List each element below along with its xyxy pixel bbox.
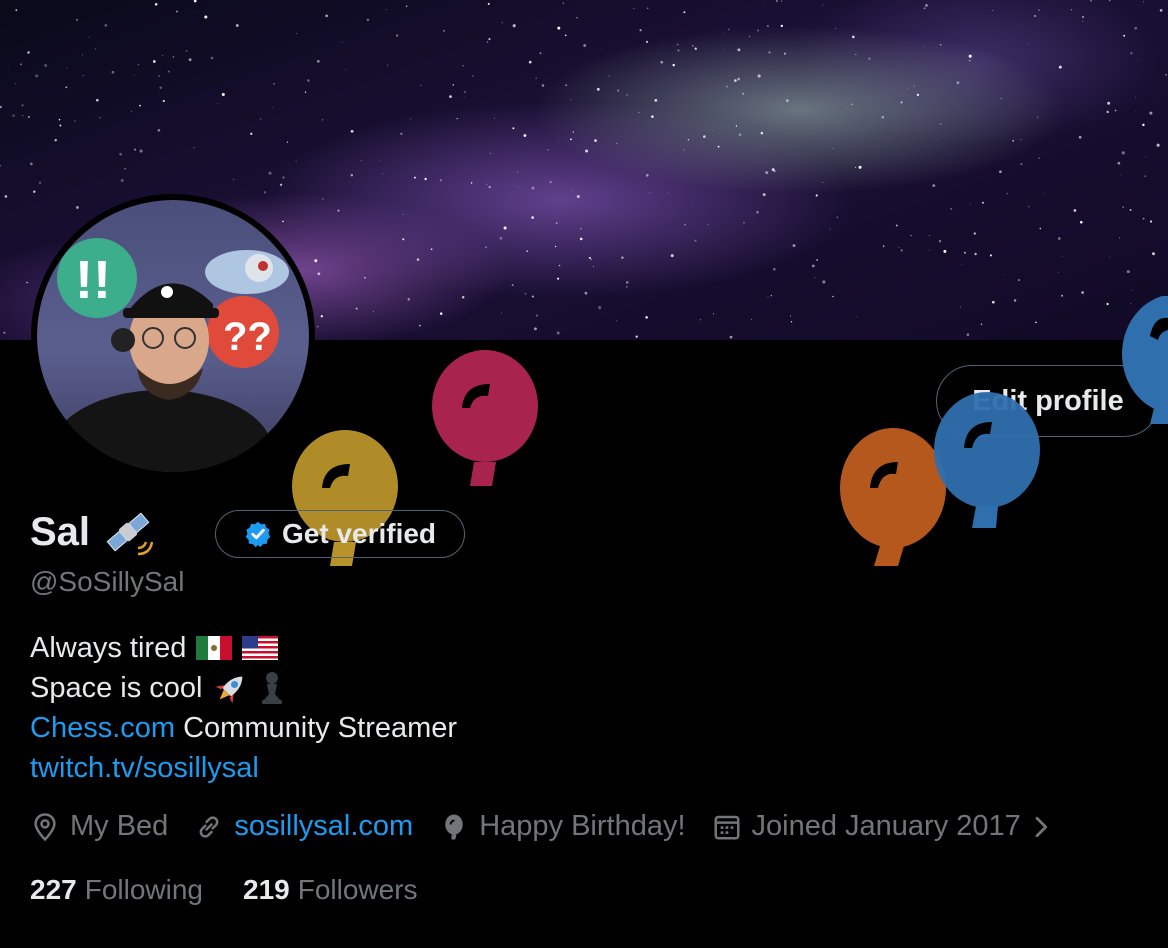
meta-birthday: Happy Birthday! — [439, 810, 686, 843]
usa-flag-icon — [242, 636, 279, 660]
bio-line-2: Space is cool — [30, 672, 203, 704]
svg-text:!!: !! — [75, 250, 111, 310]
bio-line-3-text: Community Streamer — [175, 712, 458, 744]
bio-chess-link[interactable]: Chess.com — [30, 712, 175, 744]
following-link[interactable]: 227 Following — [30, 874, 203, 906]
location-pin-icon — [34, 812, 56, 841]
meta-joined-label: Joined January 2017 — [751, 810, 1021, 842]
chevron-right-icon — [1035, 816, 1047, 837]
followers-label: Followers — [297, 874, 418, 905]
balloon-icon — [432, 350, 538, 486]
meta-location-label: My Bed — [70, 810, 169, 842]
meta-website[interactable]: sosillysal.com — [194, 810, 413, 843]
profile-handle: @SoSillySal — [30, 566, 185, 597]
get-verified-button[interactable]: Get verified — [215, 510, 465, 558]
followers-count: 219 — [243, 874, 290, 905]
satellite-icon — [106, 512, 154, 556]
balloon-icon — [934, 392, 1040, 528]
link-icon — [199, 815, 219, 838]
following-count: 227 — [30, 874, 77, 905]
calendar-icon — [714, 815, 740, 839]
meta-joined[interactable]: Joined January 2017 — [712, 810, 1053, 843]
bio-twitch-link[interactable]: twitch.tv/sosillysal — [30, 748, 259, 788]
profile-avatar[interactable]: !! ?? — [31, 194, 315, 478]
svg-text:??: ?? — [223, 315, 272, 359]
verified-badge-icon — [245, 521, 271, 548]
balloon-icon — [445, 814, 463, 839]
profile-name: Sal — [30, 510, 91, 554]
meta-location: My Bed — [30, 810, 168, 843]
rocket-icon — [214, 676, 242, 704]
meta-birthday-label: Happy Birthday! — [479, 810, 686, 842]
bio-line-1: Always tired — [30, 632, 187, 664]
balloon-icon — [1122, 296, 1168, 424]
profile-stats: 227 Following 219 Followers — [30, 874, 458, 906]
profile-bio: Always tired Space is cool Chess.com Com… — [30, 628, 457, 788]
chess-pawn-icon — [261, 672, 282, 704]
avatar-picture: !! ?? — [52, 238, 289, 472]
following-label: Following — [84, 874, 203, 905]
mexico-flag-icon — [196, 636, 233, 660]
meta-website-link[interactable]: sosillysal.com — [234, 810, 413, 843]
profile-meta: My Bed sosillysal.com Happy Birthday! Jo… — [30, 810, 1079, 843]
get-verified-label: Get verified — [281, 518, 437, 549]
followers-link[interactable]: 219 Followers — [243, 874, 418, 906]
